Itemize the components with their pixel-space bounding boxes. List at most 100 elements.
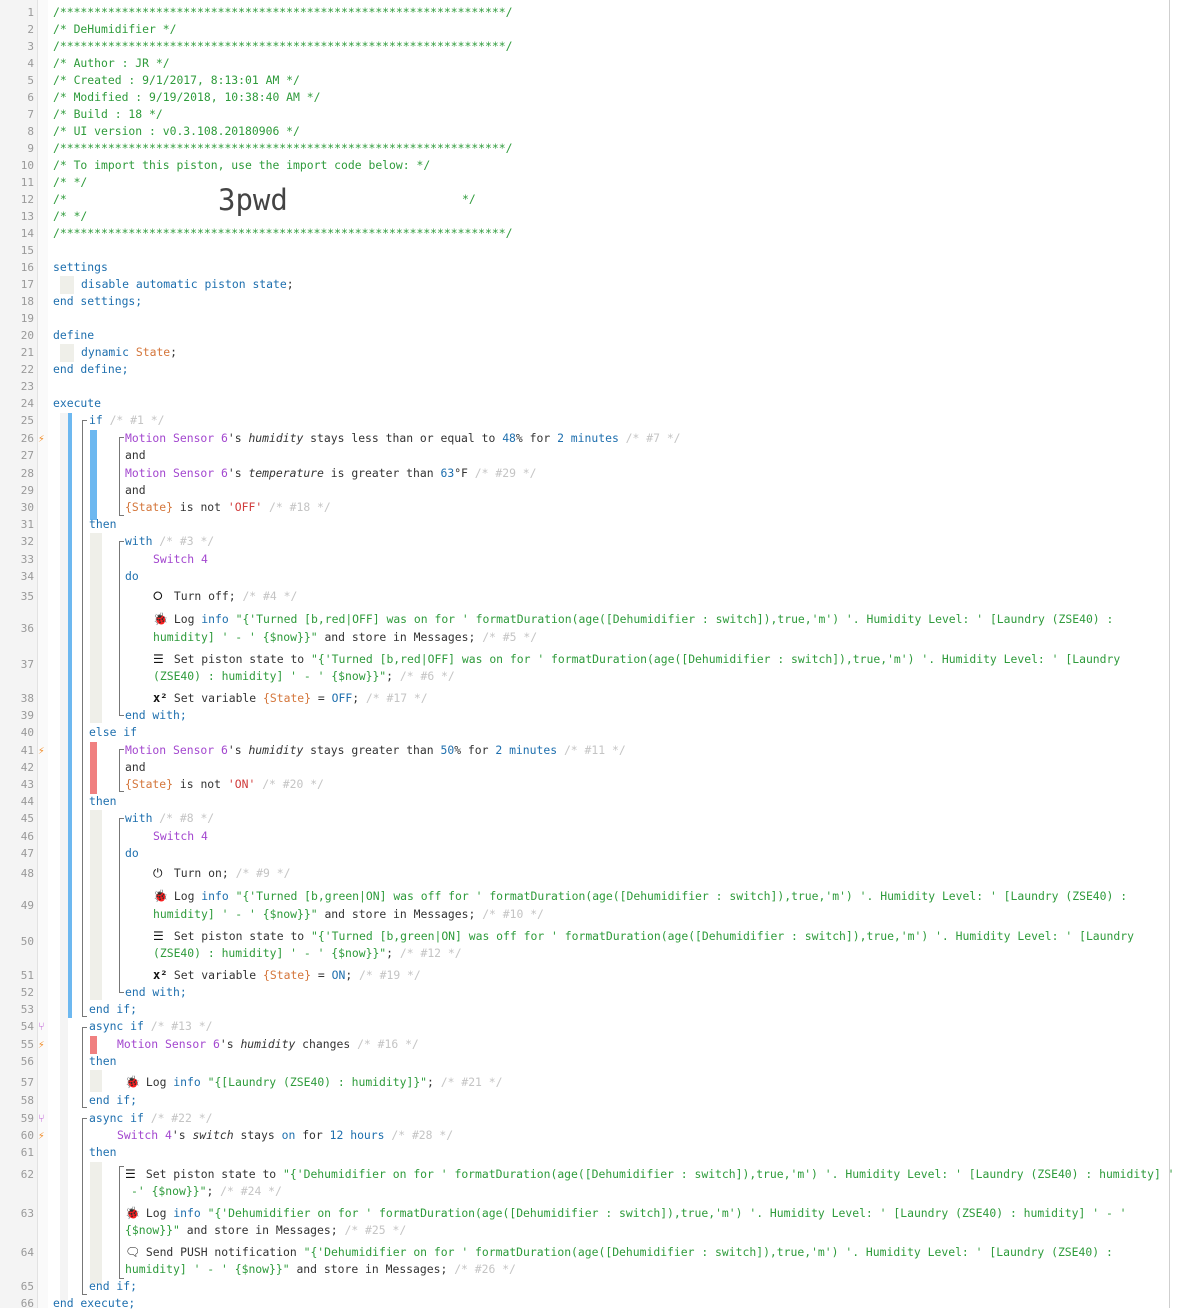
header-blank: /* */ [53, 175, 88, 189]
indent-block [60, 276, 74, 294]
line-number: 20 [20, 329, 34, 342]
tree-line [82, 1027, 83, 1107]
log-statement-25-cont: {$now}}" and store in Messages; /* #25 *… [125, 1223, 407, 1237]
indent-block [60, 344, 74, 362]
condition-bar-false[interactable] [90, 1036, 97, 1054]
condition-11[interactable]: Motion Sensor 6's humidity stays greater… [125, 742, 626, 759]
header-stars: /***************************************… [53, 226, 513, 240]
log-statement-25[interactable]: 🐞 Log info "{'Dehumidifier on for ' form… [125, 1205, 1127, 1222]
line-number: 44 [20, 795, 34, 808]
line-number: 57 [20, 1076, 34, 1089]
tree-line [119, 818, 120, 992]
then-indent [90, 533, 102, 723]
set-piston-state-12-cont: (ZSE40) : humidity] ' - ' {$now}}"; /* #… [153, 946, 462, 960]
and-operator[interactable]: and [125, 759, 146, 776]
end-define: end define; [53, 362, 129, 376]
line-number: 46 [20, 830, 34, 843]
header-stars: /***************************************… [53, 39, 513, 53]
push-notification-26-cont: humidity] ' - ' {$now}}" and store in Me… [125, 1262, 516, 1276]
line-number: 3 [27, 40, 34, 53]
line-number: 63 [20, 1207, 34, 1220]
if-statement[interactable]: if /* #1 */ [89, 412, 164, 429]
set-variable-17[interactable]: x² Set variable {State} = OFF; /* #17 */ [153, 690, 428, 707]
with-statement[interactable]: with /* #3 */ [125, 533, 214, 550]
disable-state-statement[interactable]: disable automatic piston state; [81, 276, 294, 293]
line-number: 60 [20, 1129, 34, 1142]
settings-keyword[interactable]: settings [53, 259, 108, 276]
line-number: 13 [20, 210, 34, 223]
end-with: end with; [125, 708, 187, 722]
condition-bar[interactable] [90, 430, 97, 520]
set-piston-state-24[interactable]: ☰ Set piston state to "{'Dehumidifier on… [125, 1166, 1175, 1183]
bug-icon: 🐞 [125, 1075, 140, 1089]
line-number: 47 [20, 847, 34, 860]
line-number: 65 [20, 1280, 34, 1293]
turn-on-statement[interactable]: ⏻ Turn on; /* #9 */ [153, 865, 290, 882]
with-statement[interactable]: with /* #8 */ [125, 810, 214, 827]
condition-18[interactable]: {State} is not 'OFF' /* #18 */ [125, 499, 331, 516]
header-blank: /* */ [53, 209, 88, 223]
then-keyword: then [89, 1054, 117, 1068]
line-number: 35 [20, 590, 34, 603]
else-if-keyword[interactable]: else if [89, 724, 137, 741]
end-if: end if; [89, 1093, 138, 1107]
line-number: 18 [20, 295, 34, 308]
then-keyword: then [89, 517, 117, 531]
condition-28[interactable]: Switch 4's switch stays on for 12 hours … [117, 1127, 453, 1144]
line-number: 52 [20, 986, 34, 999]
line-number: 55 [20, 1038, 34, 1051]
set-variable-19[interactable]: x² Set variable {State} = ON; /* #19 */ [153, 967, 421, 984]
line-number: 28 [20, 467, 34, 480]
set-piston-state-12[interactable]: ☰ Set piston state to "{'Turned [b,green… [153, 928, 1134, 945]
if-block-bar[interactable] [68, 413, 72, 1018]
push-notification-26[interactable]: 🗨 Send PUSH notification "{'Dehumidifier… [125, 1244, 1113, 1261]
log-statement-21[interactable]: 🐞 Log info "{[Laundry (ZSE40) : humidity… [125, 1074, 503, 1091]
end-if: end if; [89, 1002, 138, 1016]
set-piston-state-6[interactable]: ☰ Set piston state to "{'Turned [b,red|O… [153, 651, 1120, 668]
line-number: 64 [20, 1246, 34, 1259]
and-operator[interactable]: and [125, 482, 146, 499]
line-number: 29 [20, 484, 34, 497]
import-code[interactable]: 3pwd [218, 180, 288, 220]
line-number: 56 [20, 1055, 34, 1068]
turn-off-statement[interactable]: ⭘ Turn off; /* #4 */ [153, 588, 297, 605]
line-number: 27 [20, 449, 34, 462]
line-number: 42 [20, 761, 34, 774]
line-number: 49 [20, 899, 34, 912]
line-number: 38 [20, 692, 34, 705]
list-icon: ☰ [153, 929, 164, 943]
bug-icon: 🐞 [153, 612, 168, 626]
condition-29[interactable]: Motion Sensor 6's temperature is greater… [125, 465, 537, 482]
define-keyword[interactable]: define [53, 327, 94, 344]
header-stars: /***************************************… [53, 5, 513, 19]
line-number: 33 [20, 553, 34, 566]
condition-16[interactable]: Motion Sensor 6's humidity changes /* #1… [117, 1036, 419, 1053]
then-keyword: then [89, 794, 117, 808]
async-if-13[interactable]: async if /* #13 */ [89, 1018, 212, 1035]
condition-7[interactable]: Motion Sensor 6's humidity stays less th… [125, 430, 681, 447]
tree-line [119, 541, 120, 715]
log-statement-5[interactable]: 🐞 Log info "{'Turned [b,red|OFF] was on … [153, 611, 1113, 628]
then-keyword: then [89, 1145, 117, 1159]
line-number: 19 [20, 312, 34, 325]
condition-20[interactable]: {State} is not 'ON' /* #20 */ [125, 776, 324, 793]
line-number: 59 [20, 1112, 34, 1125]
line-number: 1 [27, 6, 34, 19]
line-number: 40 [20, 726, 34, 739]
async-if-22[interactable]: async if /* #22 */ [89, 1110, 212, 1127]
device-switch-4[interactable]: Switch 4 [153, 828, 208, 845]
execute-keyword[interactable]: execute [53, 395, 101, 412]
device-switch-4[interactable]: Switch 4 [153, 551, 208, 568]
set-piston-state-6-cont: (ZSE40) : humidity] ' - ' {$now}}"; /* #… [153, 669, 455, 683]
line-number: 6 [27, 91, 34, 104]
line-number: 8 [27, 125, 34, 138]
line-number: 31 [20, 518, 34, 531]
trigger-icon: ⚡ [38, 744, 45, 757]
line-number: 54 [20, 1020, 34, 1033]
variable-declaration[interactable]: dynamic State; [81, 344, 177, 361]
condition-bar-false[interactable] [90, 742, 97, 794]
log-statement-10[interactable]: 🐞 Log info "{'Turned [b,green|ON] was of… [153, 888, 1127, 905]
and-operator[interactable]: and [125, 447, 146, 464]
line-number: 34 [20, 570, 34, 583]
do-keyword: do [125, 846, 139, 860]
